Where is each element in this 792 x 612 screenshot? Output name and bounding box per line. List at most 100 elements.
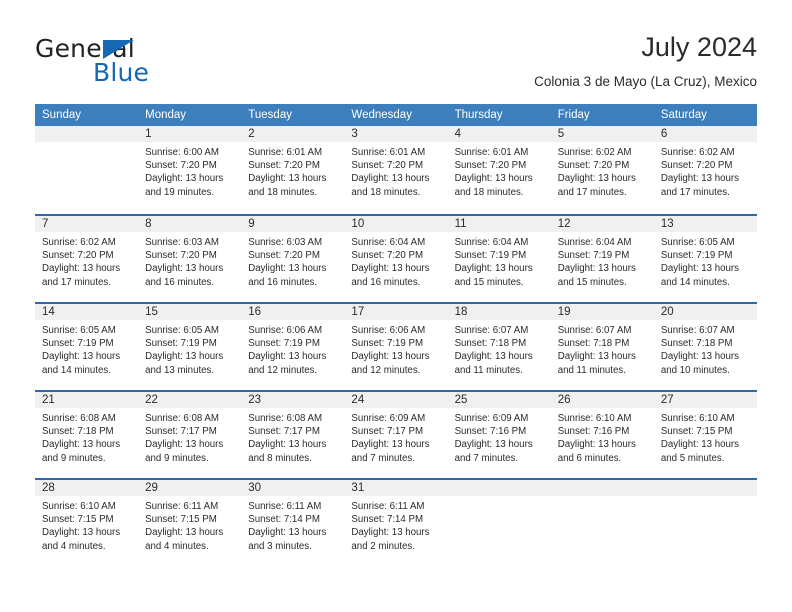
sunset-text: Sunset: 7:15 PM — [42, 514, 114, 526]
page-header: General Blue July 2024 Colonia 3 de Mayo… — [0, 0, 792, 104]
day-details: Sunrise: 6:10 AM Sunset: 7:15 PM Daylight:… — [654, 408, 757, 465]
sunrise-text: Sunrise: 6:10 AM — [42, 501, 116, 512]
calendar-day-cell[interactable]: 9 Sunrise: 6:03 AM Sunset: 7:20 PM Daylight… — [241, 216, 345, 302]
daylight-text-line2: and 6 minutes. — [557, 452, 622, 464]
weekday-header-thursday: Thursday — [454, 109, 503, 121]
daylight-text-line1: Daylight: 13 hours — [42, 351, 121, 363]
day-number: 12 — [550, 216, 654, 232]
day-number: 24 — [344, 392, 448, 408]
calendar-day-cell[interactable]: 27 Sunrise: 6:10 AM Sunset: 7:15 PM Dayligh… — [653, 392, 757, 478]
day-details: Sunrise: 6:07 AM Sunset: 7:18 PM Daylight:… — [551, 320, 654, 377]
calendar-day-cell[interactable]: 7 Sunrise: 6:02 AM Sunset: 7:20 PM Daylight… — [35, 216, 139, 302]
sunrise-text: Sunrise: 6:02 AM — [660, 147, 735, 158]
calendar-day-cell[interactable]: 17 Sunrise: 6:06 AM Sunset: 7:19 PM Dayligh… — [344, 304, 448, 390]
daylight-text-line1: Daylight: 13 hours — [557, 173, 636, 185]
calendar-day-cell[interactable]: 8 Sunrise: 6:03 AM Sunset: 7:20 PM Daylight… — [138, 216, 242, 302]
sunset-text: Sunset: 7:17 PM — [351, 426, 424, 438]
calendar-day-cell[interactable]: 29 Sunrise: 6:11 AM Sunset: 7:15 PM Dayligh… — [138, 480, 242, 566]
day-details: Sunrise: 6:04 AM Sunset: 7:19 PM Daylight:… — [551, 232, 654, 289]
daylight-text-line2: and 11 minutes. — [557, 364, 626, 376]
daylight-text-line2: and 17 minutes. — [660, 186, 730, 198]
weekday-header-tuesday: Tuesday — [248, 109, 292, 121]
day-number: 20 — [653, 304, 757, 320]
daylight-text-line1: Daylight: 13 hours — [42, 263, 121, 275]
calendar-day-cell[interactable]: 21 Sunrise: 6:08 AM Sunset: 7:18 PM Dayligh… — [35, 392, 139, 478]
day-details: Sunrise: 6:08 AM Sunset: 7:18 PM Daylight:… — [35, 408, 138, 465]
day-details: Sunrise: 6:05 AM Sunset: 7:19 PM Daylight:… — [654, 232, 757, 289]
day-number: 7 — [35, 216, 139, 232]
calendar-day-cell[interactable]: 10 Sunrise: 6:04 AM Sunset: 7:20 PM Dayligh… — [344, 216, 448, 302]
calendar-day-cell[interactable]: 26 Sunrise: 6:10 AM Sunset: 7:16 PM Dayligh… — [550, 392, 654, 478]
daylight-text-line2: and 7 minutes. — [351, 452, 415, 464]
daylight-text-line2: and 18 minutes. — [248, 186, 318, 198]
sunset-text: Sunset: 7:20 PM — [351, 160, 424, 172]
daylight-text-line1: Daylight: 13 hours — [454, 263, 533, 275]
calendar-day-cell[interactable]: 4 Sunrise: 6:01 AM Sunset: 7:20 PM Daylight… — [447, 126, 551, 214]
calendar-day-cell[interactable]: 30 Sunrise: 6:11 AM Sunset: 7:14 PM Dayligh… — [241, 480, 345, 566]
calendar-day-cell[interactable]: 12 Sunrise: 6:04 AM Sunset: 7:19 PM Dayligh… — [550, 216, 654, 302]
day-number: 1 — [138, 126, 242, 142]
sunset-text: Sunset: 7:19 PM — [557, 250, 630, 262]
calendar-day-cell[interactable]: 22 Sunrise: 6:08 AM Sunset: 7:17 PM Dayligh… — [138, 392, 242, 478]
sunrise-text: Sunrise: 6:06 AM — [248, 325, 323, 336]
daylight-text-line2: and 15 minutes. — [557, 276, 627, 288]
calendar-day-cell[interactable]: 15 Sunrise: 6:05 AM Sunset: 7:19 PM Dayligh… — [138, 304, 242, 390]
calendar-day-cell[interactable]: 18 Sunrise: 6:07 AM Sunset: 7:18 PM Dayligh… — [447, 304, 551, 390]
day-details: Sunrise: 6:01 AM Sunset: 7:20 PM Daylight:… — [344, 142, 447, 199]
calendar-day-cell[interactable]: 16 Sunrise: 6:06 AM Sunset: 7:19 PM Dayligh… — [241, 304, 345, 390]
sunset-text: Sunset: 7:20 PM — [145, 160, 217, 172]
calendar-day-cell[interactable]: 5 Sunrise: 6:02 AM Sunset: 7:20 PM Daylight… — [550, 126, 654, 214]
daylight-text-line1: Daylight: 13 hours — [351, 351, 430, 363]
calendar-day-cell[interactable]: 6 Sunrise: 6:02 AM Sunset: 7:20 PM Daylight… — [653, 126, 757, 214]
day-number: 31 — [344, 480, 448, 496]
calendar-day-cell[interactable]: 31 Sunrise: 6:11 AM Sunset: 7:14 PM Dayligh… — [344, 480, 448, 566]
daylight-text-line2: and 17 minutes. — [42, 276, 111, 288]
calendar-day-cell[interactable]: 11 Sunrise: 6:04 AM Sunset: 7:19 PM Dayligh… — [447, 216, 551, 302]
sunset-text: Sunset: 7:20 PM — [660, 160, 733, 172]
calendar-day-cell[interactable]: 20 Sunrise: 6:07 AM Sunset: 7:18 PM Dayligh… — [653, 304, 757, 390]
day-number: 9 — [241, 216, 345, 232]
day-details: Sunrise: 6:05 AM Sunset: 7:19 PM Daylight:… — [35, 320, 138, 377]
sunrise-text: Sunrise: 6:05 AM — [145, 325, 219, 336]
daylight-text-line1: Daylight: 13 hours — [660, 439, 739, 451]
calendar-day-cell[interactable]: 13 Sunrise: 6:05 AM Sunset: 7:19 PM Dayligh… — [653, 216, 757, 302]
daylight-text-line1: Daylight: 13 hours — [248, 173, 327, 185]
daylight-text-line2: and 18 minutes. — [351, 186, 421, 198]
sunrise-text: Sunrise: 6:05 AM — [660, 237, 735, 248]
day-number: 26 — [550, 392, 654, 408]
day-details: Sunrise: 6:09 AM Sunset: 7:17 PM Daylight:… — [344, 408, 447, 465]
daylight-text-line1: Daylight: 13 hours — [557, 263, 636, 275]
general-blue-logo[interactable]: General Blue — [35, 34, 265, 90]
daylight-text-line2: and 7 minutes. — [454, 452, 519, 464]
daylight-text-line2: and 8 minutes. — [248, 452, 312, 464]
daylight-text-line2: and 10 minutes. — [660, 364, 730, 376]
calendar-day-cell[interactable]: 3 Sunrise: 6:01 AM Sunset: 7:20 PM Daylight… — [344, 126, 448, 214]
daylight-text-line1: Daylight: 13 hours — [145, 439, 224, 451]
calendar-day-cell[interactable]: 28 Sunrise: 6:10 AM Sunset: 7:15 PM Dayligh… — [35, 480, 139, 566]
day-details: Sunrise: 6:00 AM Sunset: 7:20 PM Daylight:… — [138, 142, 241, 199]
sunset-text: Sunset: 7:16 PM — [557, 426, 630, 438]
calendar-day-cell[interactable]: 23 Sunrise: 6:08 AM Sunset: 7:17 PM Dayligh… — [241, 392, 345, 478]
day-details: Sunrise: 6:05 AM Sunset: 7:19 PM Daylight:… — [138, 320, 241, 377]
day-details: Sunrise: 6:06 AM Sunset: 7:19 PM Daylight:… — [241, 320, 344, 377]
calendar-day-cell[interactable]: 1 Sunrise: 6:00 AM Sunset: 7:20 PM Daylight… — [138, 126, 242, 214]
daylight-text-line2: and 11 minutes. — [454, 364, 523, 376]
calendar-day-cell[interactable]: 25 Sunrise: 6:09 AM Sunset: 7:16 PM Dayligh… — [447, 392, 551, 478]
calendar-day-cell[interactable]: 2 Sunrise: 6:01 AM Sunset: 7:20 PM Daylight… — [241, 126, 345, 214]
calendar-week-row: 14 Sunrise: 6:05 AM Sunset: 7:19 PM Dayligh… — [35, 302, 757, 390]
calendar-day-cell[interactable]: 24 Sunrise: 6:09 AM Sunset: 7:17 PM Dayligh… — [344, 392, 448, 478]
sunrise-text: Sunrise: 6:10 AM — [660, 413, 735, 424]
calendar-day-cell-empty — [35, 126, 139, 214]
daylight-text-line2: and 18 minutes. — [454, 186, 524, 198]
sunset-text: Sunset: 7:20 PM — [145, 250, 217, 262]
sunrise-text: Sunrise: 6:04 AM — [454, 237, 529, 248]
day-number: 2 — [241, 126, 345, 142]
daylight-text-line1: Daylight: 13 hours — [660, 263, 739, 275]
calendar-day-cell[interactable]: 19 Sunrise: 6:07 AM Sunset: 7:18 PM Dayligh… — [550, 304, 654, 390]
sunrise-text: Sunrise: 6:04 AM — [351, 237, 426, 248]
day-number: 25 — [447, 392, 551, 408]
day-number: 22 — [138, 392, 242, 408]
calendar-day-cell[interactable]: 14 Sunrise: 6:05 AM Sunset: 7:19 PM Dayligh… — [35, 304, 139, 390]
day-number: 10 — [344, 216, 448, 232]
daylight-text-line1: Daylight: 13 hours — [454, 173, 533, 185]
